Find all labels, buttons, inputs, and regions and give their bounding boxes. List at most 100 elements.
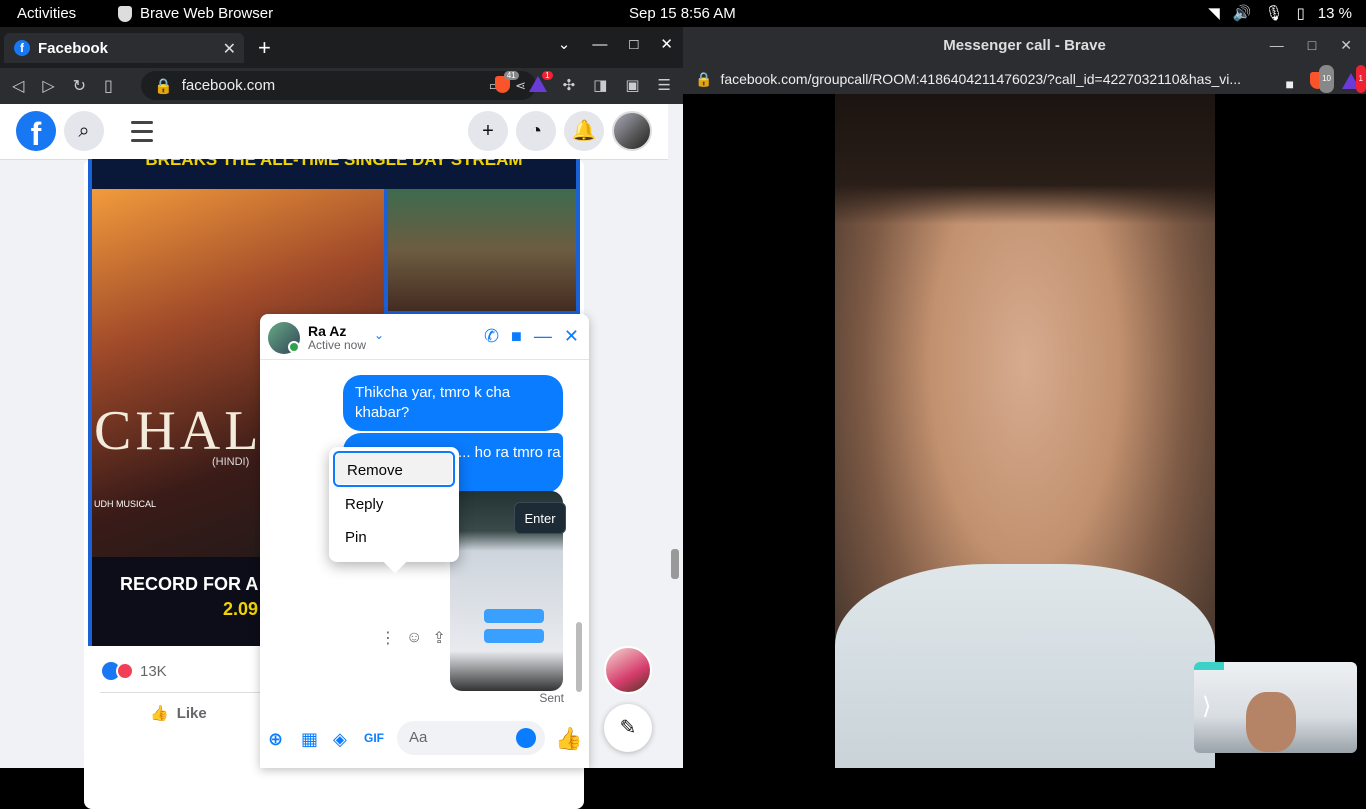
photo-detail [484, 629, 544, 643]
scrollbar-thumb[interactable] [671, 549, 679, 579]
minimize-button[interactable]: — [592, 36, 607, 53]
new-tab-button[interactable]: + [258, 35, 271, 61]
battery-percent: 13 % [1317, 4, 1352, 22]
react-emoji-icon[interactable]: ☺ [406, 629, 422, 647]
messenger-icon[interactable]: ◔ [516, 111, 556, 151]
back-icon[interactable]: ◁ [12, 76, 24, 96]
menu-remove[interactable]: Remove [333, 451, 455, 487]
address-bar[interactable]: 🔒 facebook.com ▭ ⋖ [141, 71, 536, 100]
forward-icon[interactable]: ▷ [42, 76, 54, 96]
tab-list-chevron-icon[interactable]: ⌄ [558, 35, 571, 53]
url-text: facebook.com [181, 77, 276, 94]
record-text: RECORD FOR A [120, 574, 259, 594]
self-view-face [1246, 692, 1296, 752]
chat-scrollbar-thumb[interactable] [576, 622, 582, 692]
love-reaction-icon [116, 662, 134, 680]
create-icon[interactable]: + [468, 111, 508, 151]
app-menu[interactable]: Brave Web Browser [118, 5, 273, 22]
brave-shields-icon[interactable]: 10 [1310, 65, 1334, 93]
wallet-icon[interactable]: ▣ [625, 76, 639, 94]
chat-head-avatar[interactable] [604, 646, 652, 694]
new-message-icon[interactable]: ✎ [604, 704, 652, 752]
maximize-button[interactable]: □ [629, 36, 638, 53]
close-window-button[interactable]: ✕ [1340, 27, 1352, 64]
gif-icon[interactable]: GIF [364, 731, 384, 745]
movie-title: CHAL [94, 400, 263, 462]
clock[interactable]: Sep 15 8:56 AM [629, 5, 736, 22]
call-window-title: Messenger call - Brave [943, 37, 1106, 54]
photo-detail [484, 609, 544, 623]
tab-facebook[interactable]: f Facebook ✕ [4, 33, 244, 63]
maximize-button[interactable]: □ [1308, 27, 1316, 64]
shields-count-badge: 10 [1319, 65, 1334, 93]
sidebar-icon[interactable]: ◨ [593, 76, 607, 94]
menu-icon[interactable]: ☰ [658, 76, 671, 94]
forward-icon[interactable]: ⇪ [432, 628, 445, 648]
chevron-down-icon[interactable]: ⌄ [374, 328, 384, 342]
facebook-header: f ⌕ + ◔ 🔔 [0, 104, 668, 160]
chevron-right-icon[interactable]: ⟩ [1202, 692, 1211, 721]
facebook-logo-icon[interactable]: f [16, 111, 56, 152]
emoji-icon[interactable] [516, 728, 536, 748]
lock-icon: 🔒 [154, 77, 173, 95]
close-tab-icon[interactable]: ✕ [223, 39, 236, 59]
shields-count-badge: 41 [503, 71, 519, 80]
page-scrollbar[interactable] [668, 104, 683, 768]
sticker-icon[interactable]: ◈ [333, 729, 347, 750]
video-detail [835, 564, 1215, 768]
close-chat-icon[interactable]: ✕ [564, 326, 579, 347]
messenger-call-window: Messenger call - Brave — □ ✕ 🔒 facebook.… [683, 27, 1366, 768]
message-actions: ⋮ ☺ ⇪ [380, 628, 446, 648]
close-window-button[interactable]: ✕ [660, 35, 673, 53]
message-context-menu: Remove Reply Pin [329, 447, 459, 574]
movie-language: (HINDI) [212, 456, 250, 468]
minimize-chat-icon[interactable]: — [534, 326, 552, 347]
extensions-icon[interactable]: ✣ [563, 76, 576, 94]
menu-pin[interactable]: Pin [333, 520, 455, 556]
record-number: 2.09 [223, 599, 259, 619]
thumbs-up-icon: 👍 [150, 705, 169, 722]
like-label: Like [176, 704, 207, 722]
call-address-bar[interactable]: 🔒 facebook.com/groupcall/ROOM:4186404211… [683, 64, 1366, 94]
thumbs-up-send-icon[interactable]: 👍 [555, 726, 582, 752]
message-bubble[interactable]: Thikcha yar, tmro k cha khabar? [343, 375, 563, 431]
self-view-video[interactable]: ⟩ [1194, 662, 1357, 753]
app-name: Brave Web Browser [140, 5, 274, 22]
microphone-icon: 🎙 [1264, 5, 1284, 22]
hamburger-menu-icon[interactable] [131, 121, 153, 148]
brave-rewards-icon[interactable]: 1 [528, 71, 553, 92]
chat-header: Ra Az Active now ⌄ ✆ ■ — ✕ [260, 314, 589, 360]
minimize-button[interactable]: — [1270, 27, 1284, 64]
remote-video-feed[interactable] [835, 94, 1215, 768]
chat-composer: ⊕ ▦ ◈ GIF Aa 👍 [260, 714, 589, 768]
profile-avatar[interactable] [612, 111, 652, 151]
video-call-icon[interactable]: ■ [511, 326, 522, 347]
bookmark-icon[interactable]: ▯ [104, 76, 113, 96]
brave-icon [118, 5, 132, 22]
activities-button[interactable]: Activities [17, 5, 76, 22]
more-options-icon[interactable]: ⋮ [380, 628, 396, 648]
music-label: UDH MUSICAL [94, 499, 157, 509]
menu-reply[interactable]: Reply [333, 487, 455, 523]
photo-icon[interactable]: ▦ [301, 729, 318, 750]
like-button[interactable]: 👍 Like [150, 704, 207, 723]
facebook-favicon-icon: f [14, 40, 30, 56]
camera-icon[interactable]: ■ [1286, 70, 1294, 98]
search-icon[interactable]: ⌕ [64, 111, 104, 151]
enter-tooltip: Enter [514, 502, 566, 534]
brave-rewards-icon[interactable]: 1 [1342, 65, 1366, 93]
voice-call-icon[interactable]: ✆ [484, 326, 499, 347]
contact-status: Active now [308, 338, 367, 352]
rewards-count-badge: 1 [542, 71, 553, 80]
active-status-dot [288, 341, 300, 353]
notifications-bell-icon[interactable]: 🔔 [564, 111, 604, 151]
reactions-summary[interactable]: 13K [102, 662, 167, 680]
plus-circle-icon[interactable]: ⊕ [268, 729, 283, 750]
call-url-text: facebook.com/groupcall/ROOM:418640421147… [720, 71, 1242, 87]
contact-name[interactable]: Ra Az [308, 323, 346, 339]
brave-shields-icon[interactable]: 41 [494, 71, 519, 93]
wifi-icon: ◥ [1208, 5, 1220, 22]
system-tray[interactable]: ◥ 🔊 🎙 ▯ 13 % [1208, 4, 1352, 23]
reload-icon[interactable]: ↻ [73, 76, 86, 96]
chat-scrollbar[interactable] [575, 364, 585, 709]
